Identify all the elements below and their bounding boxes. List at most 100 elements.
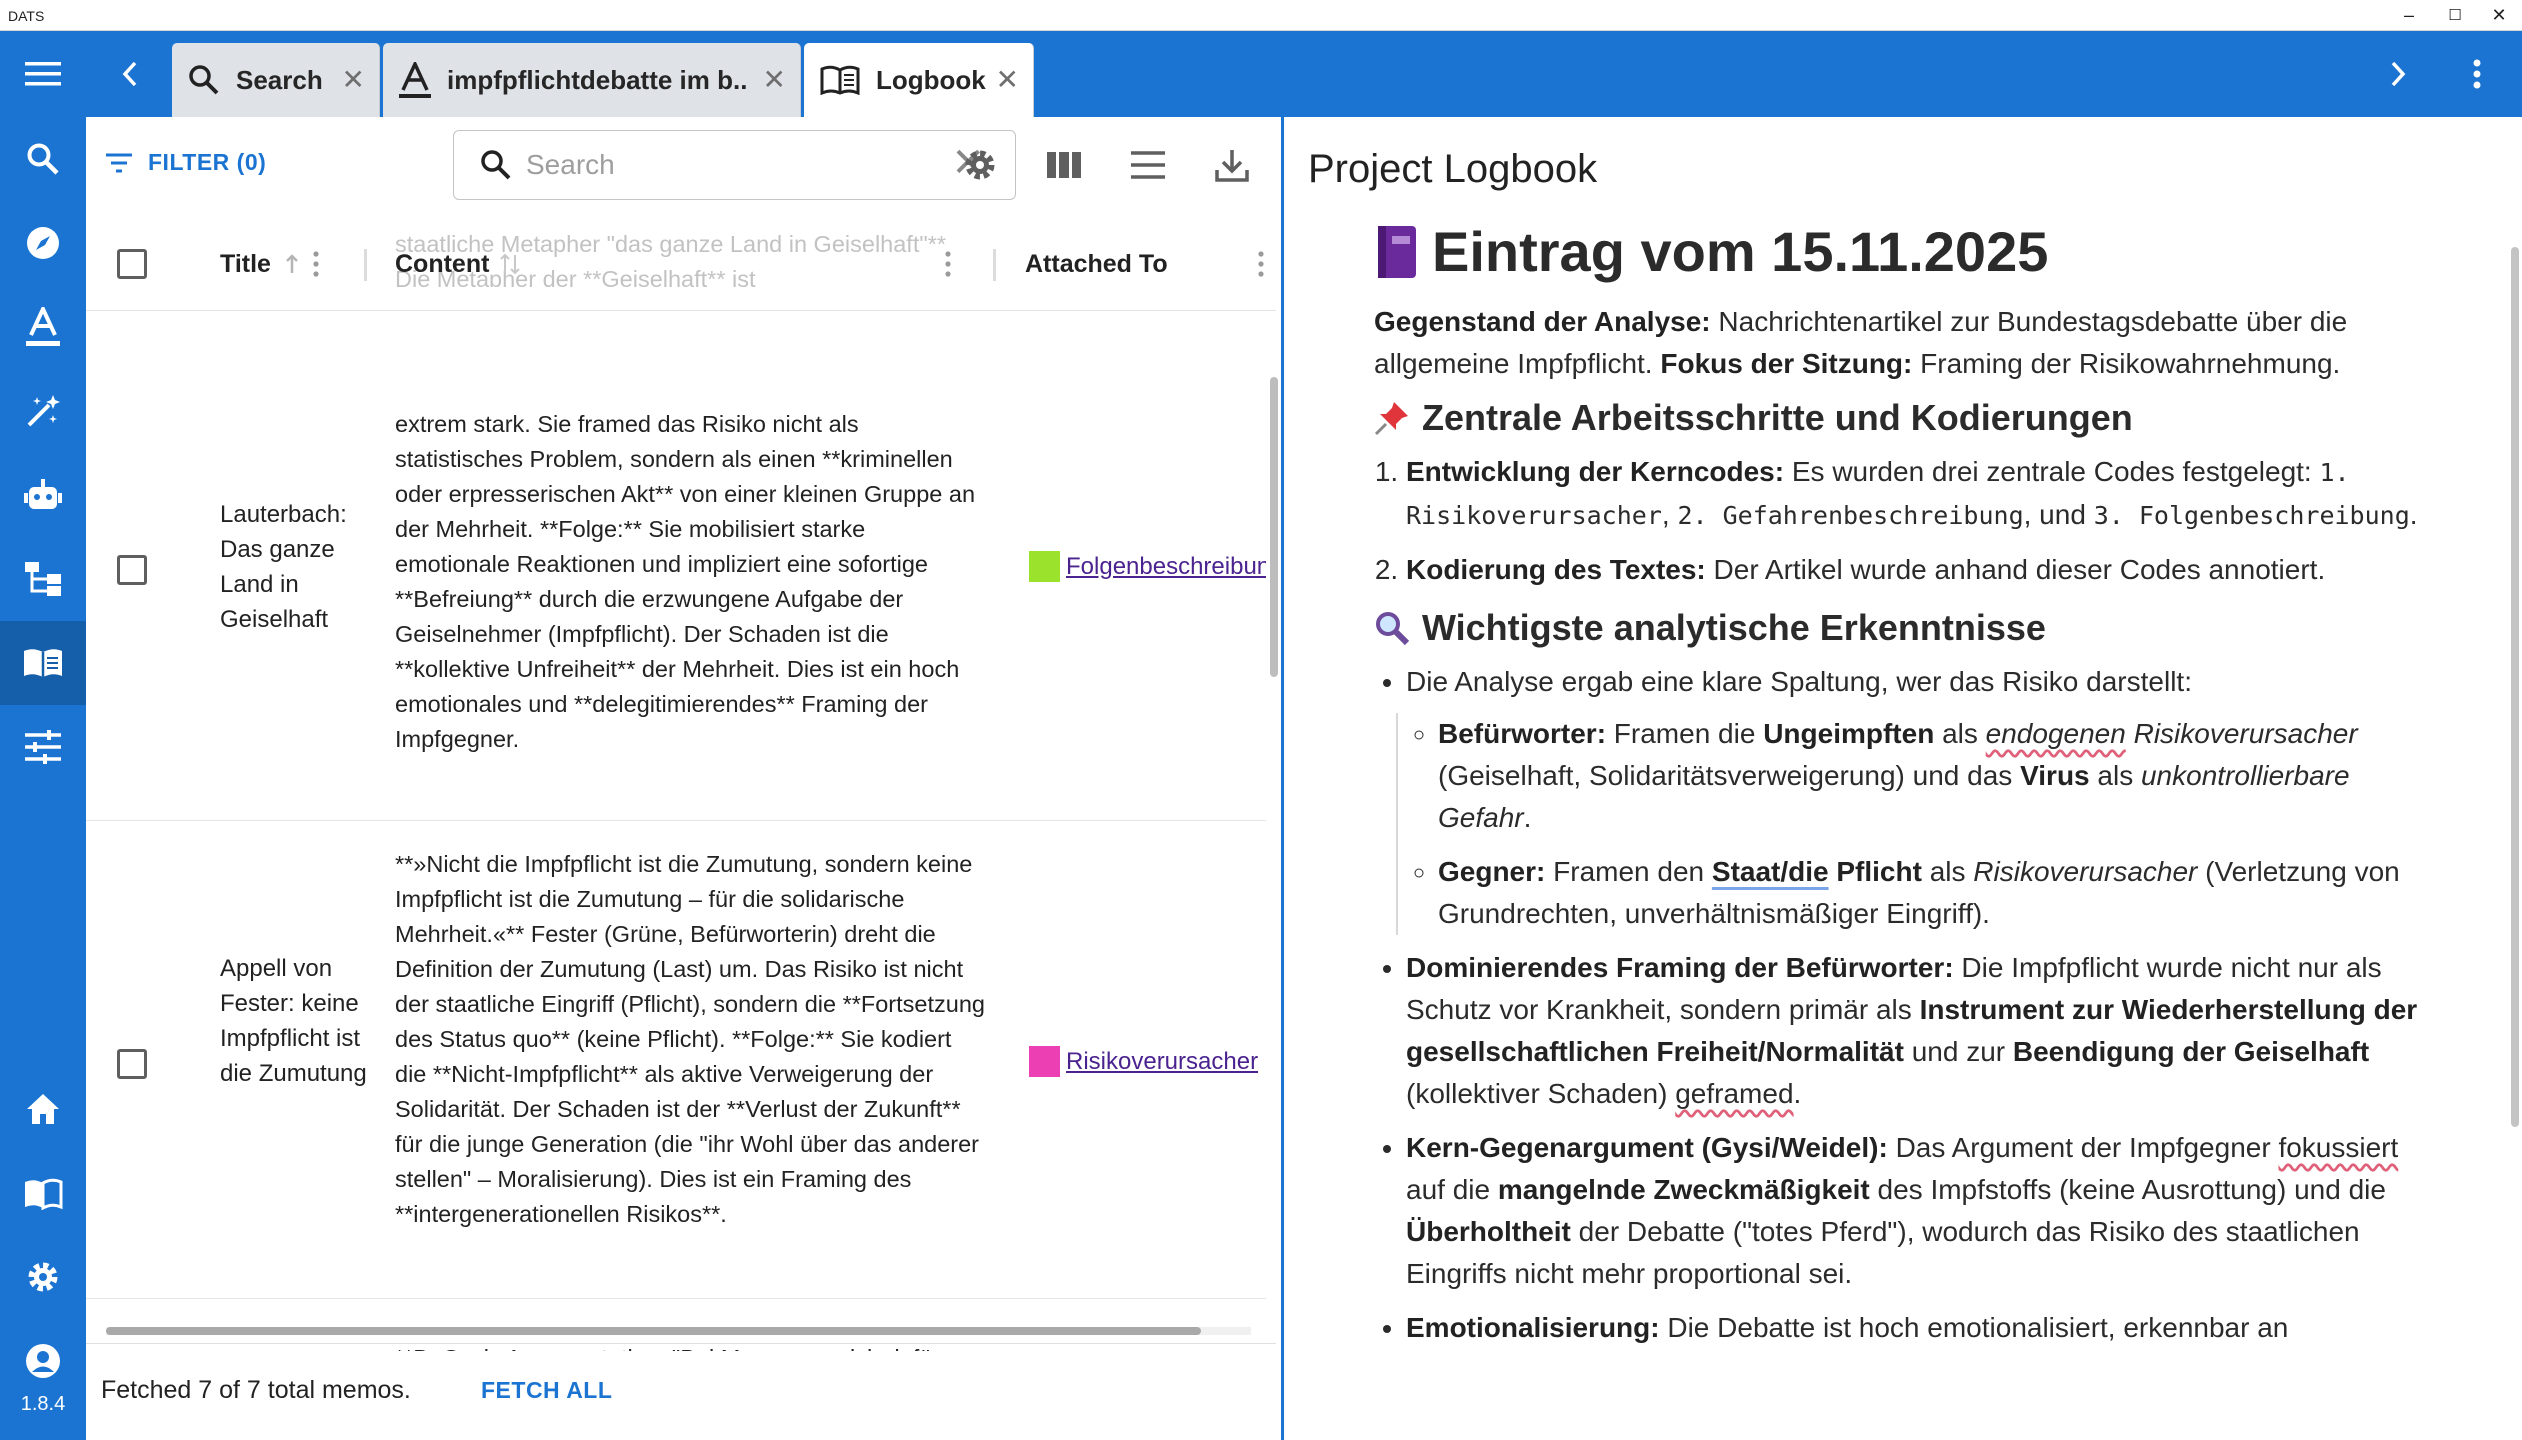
window-titlebar: DATS – ☐ ✕ — [0, 0, 2522, 31]
column-header-attached[interactable]: Attached To — [1025, 217, 1168, 311]
row-checkbox[interactable] — [117, 1049, 147, 1079]
item-text: Die Analyse ergab eine klare Spaltung, w… — [1406, 666, 2192, 697]
table-row[interactable]: Appell von Fester: keine Impfpflicht ist… — [86, 821, 1266, 1299]
table-horizontal-scrollbar[interactable] — [86, 1320, 1276, 1342]
sidebar-item-annotation[interactable] — [0, 285, 86, 369]
account-icon — [26, 1344, 60, 1378]
logbook-vertical-scrollbar[interactable] — [2509, 227, 2521, 1437]
column-menu-icon[interactable] — [313, 251, 319, 277]
sidebar-item-settings[interactable] — [0, 1235, 86, 1319]
steps-list: Entwicklung der Kerncodes: Es wurden dre… — [1374, 451, 2444, 591]
menu-icon[interactable] — [0, 31, 86, 117]
column-attached-label: Attached To — [1025, 249, 1168, 278]
sidebar-item-search[interactable] — [0, 117, 86, 201]
item-bold: Ungeimpften — [1763, 718, 1935, 749]
auto-fix-icon — [27, 395, 60, 427]
column-separator[interactable] — [364, 249, 367, 281]
sidebar-item-settings-sliders[interactable] — [0, 705, 86, 789]
tab-label: impfpflichtdebatte im b... — [447, 64, 747, 95]
tab-label: Logbook — [876, 64, 986, 95]
select-all-checkbox[interactable] — [117, 249, 147, 279]
maximize-button[interactable]: ☐ — [2432, 0, 2478, 31]
density-icon[interactable] — [1124, 141, 1172, 189]
item-text: Die Debatte ist hoch emotionalisiert, er… — [1659, 1312, 2289, 1343]
settings-sliders-icon — [25, 730, 61, 764]
memo-attached[interactable]: Folgenbeschreibung — [1029, 551, 1266, 582]
code-chip: 3. Folgenbeschreibung — [2093, 501, 2410, 530]
spellcheck-word: fokussiert — [2278, 1132, 2399, 1163]
explore-icon — [27, 227, 59, 259]
item-bold: mangelnde Zweckmäßigkeit — [1497, 1174, 1870, 1205]
tab-search[interactable]: Search ✕ — [172, 43, 380, 117]
logbook-editor[interactable]: Eintrag vom 15.11.2025 Gegenstand der An… — [1374, 217, 2444, 1361]
item-text: (Geiselhaft, Solidaritätsverweigerung) u… — [1438, 760, 2021, 791]
close-tab-icon[interactable]: ✕ — [996, 66, 1019, 94]
memo-content: **»Nicht die Impfpflicht ist die Zumutun… — [395, 851, 985, 1227]
table-vertical-scrollbar[interactable] — [1267, 257, 1279, 1357]
separator-text: . — [2409, 499, 2418, 530]
close-window-button[interactable]: ✕ — [2476, 0, 2522, 31]
scrollbar-thumb[interactable] — [1270, 377, 1278, 677]
tab-document[interactable]: impfpflichtdebatte im b... ✕ — [383, 43, 801, 117]
memo-table-body: Lauterbach: Das ganze Land in Geiselhaft… — [86, 311, 1266, 1351]
item-text: und zur — [1903, 1036, 2013, 1067]
item-text: (kollektiver Schaden) — [1406, 1078, 1676, 1109]
search-field[interactable]: ✕ — [453, 130, 1016, 200]
list-item: Befürworter: Framen die Ungeimpften als … — [1438, 713, 2444, 839]
more-vertical-icon[interactable] — [2452, 31, 2502, 117]
scrollbar-thumb[interactable] — [2511, 247, 2519, 1127]
intro-label: Fokus der Sitzung: — [1660, 348, 1913, 379]
item-bold: Pflicht — [1828, 856, 1922, 887]
filter-icon — [106, 153, 132, 172]
code-color-swatch — [1029, 551, 1060, 582]
column-menu-icon[interactable] — [1258, 251, 1264, 277]
list-item: Dominierendes Framing der Befürworter: D… — [1406, 947, 2444, 1115]
search-icon — [189, 65, 219, 95]
intro-paragraph: Gegenstand der Analyse: Nachrichtenartik… — [1374, 301, 2444, 385]
item-text: . — [1523, 802, 1532, 833]
attached-link[interactable]: Folgenbeschreibung — [1066, 553, 1266, 581]
intro-text: Framing der Risikowahrnehmung. — [1912, 348, 2341, 379]
fetch-all-button[interactable]: FETCH ALL — [481, 1377, 612, 1404]
close-tab-icon[interactable]: ✕ — [342, 66, 365, 94]
spellcheck-word: endogenen — [1985, 718, 2126, 749]
close-tab-icon[interactable]: ✕ — [763, 66, 786, 94]
sidebar-item-logbook[interactable] — [0, 621, 86, 705]
grammar-check-word: Staat/die — [1711, 856, 1829, 887]
chevron-left-icon[interactable] — [100, 31, 160, 117]
table-row[interactable]: Lauterbach: Das ganze Land in Geiselhaft… — [86, 311, 1266, 821]
chevron-right-icon[interactable] — [2368, 31, 2428, 117]
sidebar-item-hierarchy[interactable] — [0, 537, 86, 621]
list-item: Kodierung des Textes: Der Artikel wurde … — [1406, 549, 2444, 591]
version-label: 1.8.4 — [20, 1393, 66, 1415]
item-label: Gegner: — [1438, 856, 1546, 887]
memo-title: Lauterbach: Das ganze Land in Geiselhaft — [220, 501, 347, 633]
column-separator[interactable] — [993, 249, 996, 281]
settings-gear-icon[interactable] — [956, 141, 1004, 189]
minimize-button[interactable]: – — [2386, 0, 2432, 31]
sidebar-item-explore[interactable] — [0, 201, 86, 285]
sidebar-item-home[interactable] — [0, 1067, 86, 1151]
sidebar-item-documentation[interactable] — [0, 1151, 86, 1235]
search-input[interactable] — [526, 145, 906, 185]
columns-icon[interactable] — [1040, 141, 1088, 189]
item-label: Kodierung des Textes: — [1406, 554, 1706, 585]
filter-button[interactable]: FILTER (0) — [106, 149, 266, 176]
list-item: Gegner: Framen den Staat/die Pflicht als… — [1438, 851, 2444, 935]
download-icon[interactable] — [1208, 141, 1256, 189]
annotation-icon — [26, 307, 60, 346]
memo-attached[interactable]: Risikoverursacher — [1029, 1046, 1266, 1077]
pushpin-icon — [1374, 400, 1410, 436]
tab-logbook[interactable]: Logbook ✕ — [804, 43, 1034, 117]
section-title: Wichtigste analytische Erkenntnisse — [1422, 607, 2046, 648]
column-header-title[interactable]: Title — [220, 217, 319, 311]
sidebar-item-assistant[interactable] — [0, 453, 86, 537]
row-checkbox[interactable] — [117, 555, 147, 585]
column-menu-icon[interactable] — [945, 251, 951, 277]
column-header-content[interactable]: Content — [395, 217, 521, 311]
scrollbar-thumb[interactable] — [106, 1327, 1201, 1335]
sidebar-item-auto-fix[interactable] — [0, 369, 86, 453]
sidebar-item-account[interactable] — [0, 1319, 86, 1403]
attached-link[interactable]: Risikoverursacher — [1066, 1048, 1258, 1076]
item-text: als — [1921, 856, 1974, 887]
